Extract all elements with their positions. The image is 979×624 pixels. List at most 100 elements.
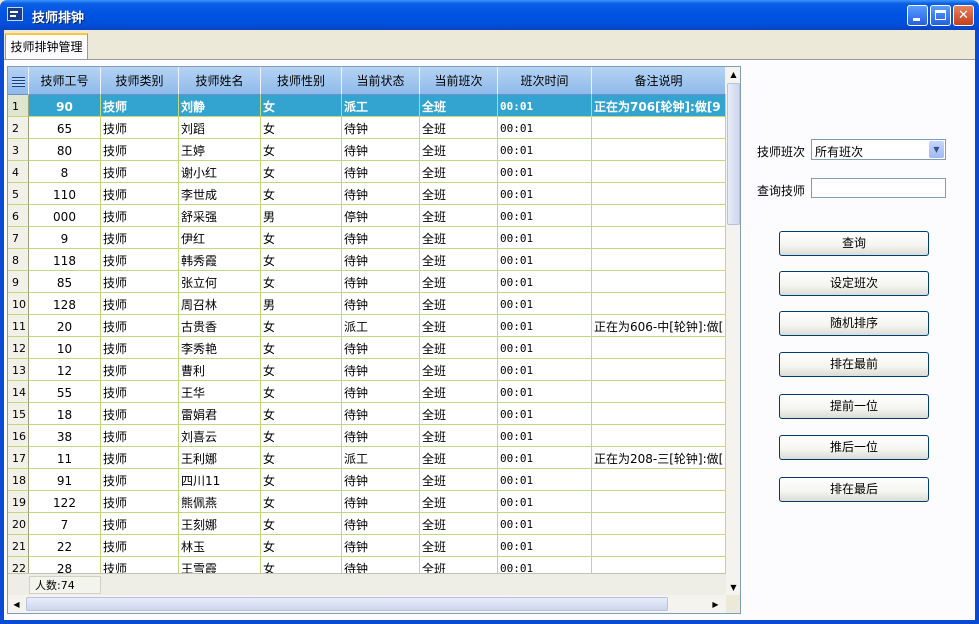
cell-shift-time[interactable]: 00:01 xyxy=(498,535,592,557)
cell-status[interactable]: 待钟 xyxy=(342,491,420,513)
cell-status[interactable]: 待钟 xyxy=(342,535,420,557)
cell-shift-time[interactable]: 00:01 xyxy=(498,95,592,117)
table-row[interactable]: 10 128 技师 周召林男待钟 全班 00:01 xyxy=(8,293,726,315)
cell-status[interactable]: 派工 xyxy=(342,315,420,337)
technician-grid[interactable]: 技师工号 技师类别 技师姓名 技师性别 当前状态 当前班次 班次时间 备注说明 … xyxy=(7,66,741,614)
cell-shift-time[interactable]: 00:01 xyxy=(498,161,592,183)
table-row[interactable]: 2 65 技师 刘蹈女待钟 全班 00:01 xyxy=(8,117,726,139)
cell-note[interactable] xyxy=(592,183,726,205)
cell-status[interactable]: 停钟 xyxy=(342,205,420,227)
cell-name[interactable]: 熊佩燕 xyxy=(179,491,261,513)
minimize-button[interactable] xyxy=(907,5,928,26)
cell-status[interactable]: 派工 xyxy=(342,447,420,469)
cell-gender[interactable]: 女 xyxy=(261,315,342,337)
cell-type[interactable]: 技师 xyxy=(101,469,179,491)
cell-gender[interactable]: 女 xyxy=(261,425,342,447)
move-last-button[interactable]: 排在最后 xyxy=(779,477,929,502)
cell-name[interactable]: 古贵香 xyxy=(179,315,261,337)
cell-id[interactable]: 55 xyxy=(29,381,101,403)
cell-id[interactable]: 28 xyxy=(29,557,101,573)
scroll-down-icon[interactable]: ▼ xyxy=(726,580,740,595)
row-number[interactable]: 7 xyxy=(8,227,29,249)
cell-status[interactable]: 待钟 xyxy=(342,469,420,491)
row-number[interactable]: 1 xyxy=(8,95,29,117)
cell-shift-time[interactable]: 00:01 xyxy=(498,183,592,205)
cell-shift[interactable]: 全班 xyxy=(420,183,498,205)
row-number[interactable]: 14 xyxy=(8,381,29,403)
cell-id[interactable]: 91 xyxy=(29,469,101,491)
row-number[interactable]: 19 xyxy=(8,491,29,513)
horizontal-scrollbar[interactable]: ◀ ▶ xyxy=(8,595,726,613)
cell-id[interactable]: 118 xyxy=(29,249,101,271)
cell-id[interactable]: 18 xyxy=(29,403,101,425)
col-header-note[interactable]: 备注说明 xyxy=(592,67,726,95)
cell-shift[interactable]: 全班 xyxy=(420,447,498,469)
cell-shift[interactable]: 全班 xyxy=(420,359,498,381)
cell-gender[interactable]: 女 xyxy=(261,227,342,249)
cell-note[interactable] xyxy=(592,513,726,535)
cell-gender[interactable]: 女 xyxy=(261,403,342,425)
cell-note[interactable] xyxy=(592,381,726,403)
cell-shift[interactable]: 全班 xyxy=(420,403,498,425)
cell-note[interactable] xyxy=(592,557,726,573)
cell-gender[interactable]: 女 xyxy=(261,95,342,117)
cell-note[interactable] xyxy=(592,425,726,447)
row-number[interactable]: 15 xyxy=(8,403,29,425)
cell-gender[interactable]: 女 xyxy=(261,337,342,359)
cell-shift[interactable]: 全班 xyxy=(420,469,498,491)
cell-name[interactable]: 韩秀霞 xyxy=(179,249,261,271)
row-number[interactable]: 10 xyxy=(8,293,29,315)
cell-id[interactable]: 9 xyxy=(29,227,101,249)
cell-shift[interactable]: 全班 xyxy=(420,95,498,117)
cell-status[interactable]: 待钟 xyxy=(342,161,420,183)
col-header-gender[interactable]: 技师性别 xyxy=(261,67,342,95)
cell-type[interactable]: 技师 xyxy=(101,491,179,513)
cell-type[interactable]: 技师 xyxy=(101,337,179,359)
cell-name[interactable]: 雷娟君 xyxy=(179,403,261,425)
table-row[interactable]: 6 000 技师 舒采强男停钟 全班 00:01 xyxy=(8,205,726,227)
cell-shift[interactable]: 全班 xyxy=(420,337,498,359)
scroll-right-icon[interactable]: ▶ xyxy=(708,597,723,612)
cell-note[interactable]: 正在为706[轮钟]:做[9 xyxy=(592,95,726,117)
cell-status[interactable]: 待钟 xyxy=(342,139,420,161)
cell-note[interactable] xyxy=(592,337,726,359)
cell-id[interactable]: 10 xyxy=(29,337,101,359)
cell-note[interactable] xyxy=(592,205,726,227)
table-row[interactable]: 22 28 技师 王雪霞女待钟 全班 00:01 xyxy=(8,557,726,573)
vertical-scrollbar[interactable]: ▲ ▼ xyxy=(726,67,740,595)
row-number[interactable]: 3 xyxy=(8,139,29,161)
cell-shift[interactable]: 全班 xyxy=(420,271,498,293)
cell-shift-time[interactable]: 00:01 xyxy=(498,271,592,293)
cell-name[interactable]: 李世成 xyxy=(179,183,261,205)
cell-shift-time[interactable]: 00:01 xyxy=(498,425,592,447)
row-number[interactable]: 11 xyxy=(8,315,29,337)
cell-type[interactable]: 技师 xyxy=(101,403,179,425)
cell-shift-time[interactable]: 00:01 xyxy=(498,227,592,249)
title-bar[interactable]: 技师排钟 ✕ xyxy=(0,0,979,30)
cell-gender[interactable]: 女 xyxy=(261,381,342,403)
row-number[interactable]: 20 xyxy=(8,513,29,535)
cell-id[interactable]: 000 xyxy=(29,205,101,227)
cell-gender[interactable]: 女 xyxy=(261,469,342,491)
cell-type[interactable]: 技师 xyxy=(101,205,179,227)
random-sort-button[interactable]: 随机排序 xyxy=(779,311,929,336)
cell-gender[interactable]: 男 xyxy=(261,293,342,315)
table-row[interactable]: 16 38 技师 刘喜云女待钟 全班 00:01 xyxy=(8,425,726,447)
cell-shift-time[interactable]: 00:01 xyxy=(498,491,592,513)
row-number[interactable]: 21 xyxy=(8,535,29,557)
vertical-scroll-thumb[interactable] xyxy=(727,83,740,225)
cell-status[interactable]: 待钟 xyxy=(342,249,420,271)
cell-note[interactable] xyxy=(592,359,726,381)
cell-name[interactable]: 舒采强 xyxy=(179,205,261,227)
table-row[interactable]: 1 90 技师 刘静女派工 全班 00:01 正在为706[轮钟]:做[9 xyxy=(8,95,726,117)
cell-shift[interactable]: 全班 xyxy=(420,557,498,573)
scroll-left-icon[interactable]: ◀ xyxy=(9,597,24,612)
table-row[interactable]: 21 22 技师 林玉女待钟 全班 00:01 xyxy=(8,535,726,557)
cell-status[interactable]: 待钟 xyxy=(342,271,420,293)
move-down-button[interactable]: 推后一位 xyxy=(779,435,929,460)
cell-name[interactable]: 王利娜 xyxy=(179,447,261,469)
cell-id[interactable]: 90 xyxy=(29,95,101,117)
col-header-shift[interactable]: 当前班次 xyxy=(420,67,498,95)
dropdown-arrow-icon[interactable]: ▼ xyxy=(929,141,944,158)
cell-type[interactable]: 技师 xyxy=(101,513,179,535)
